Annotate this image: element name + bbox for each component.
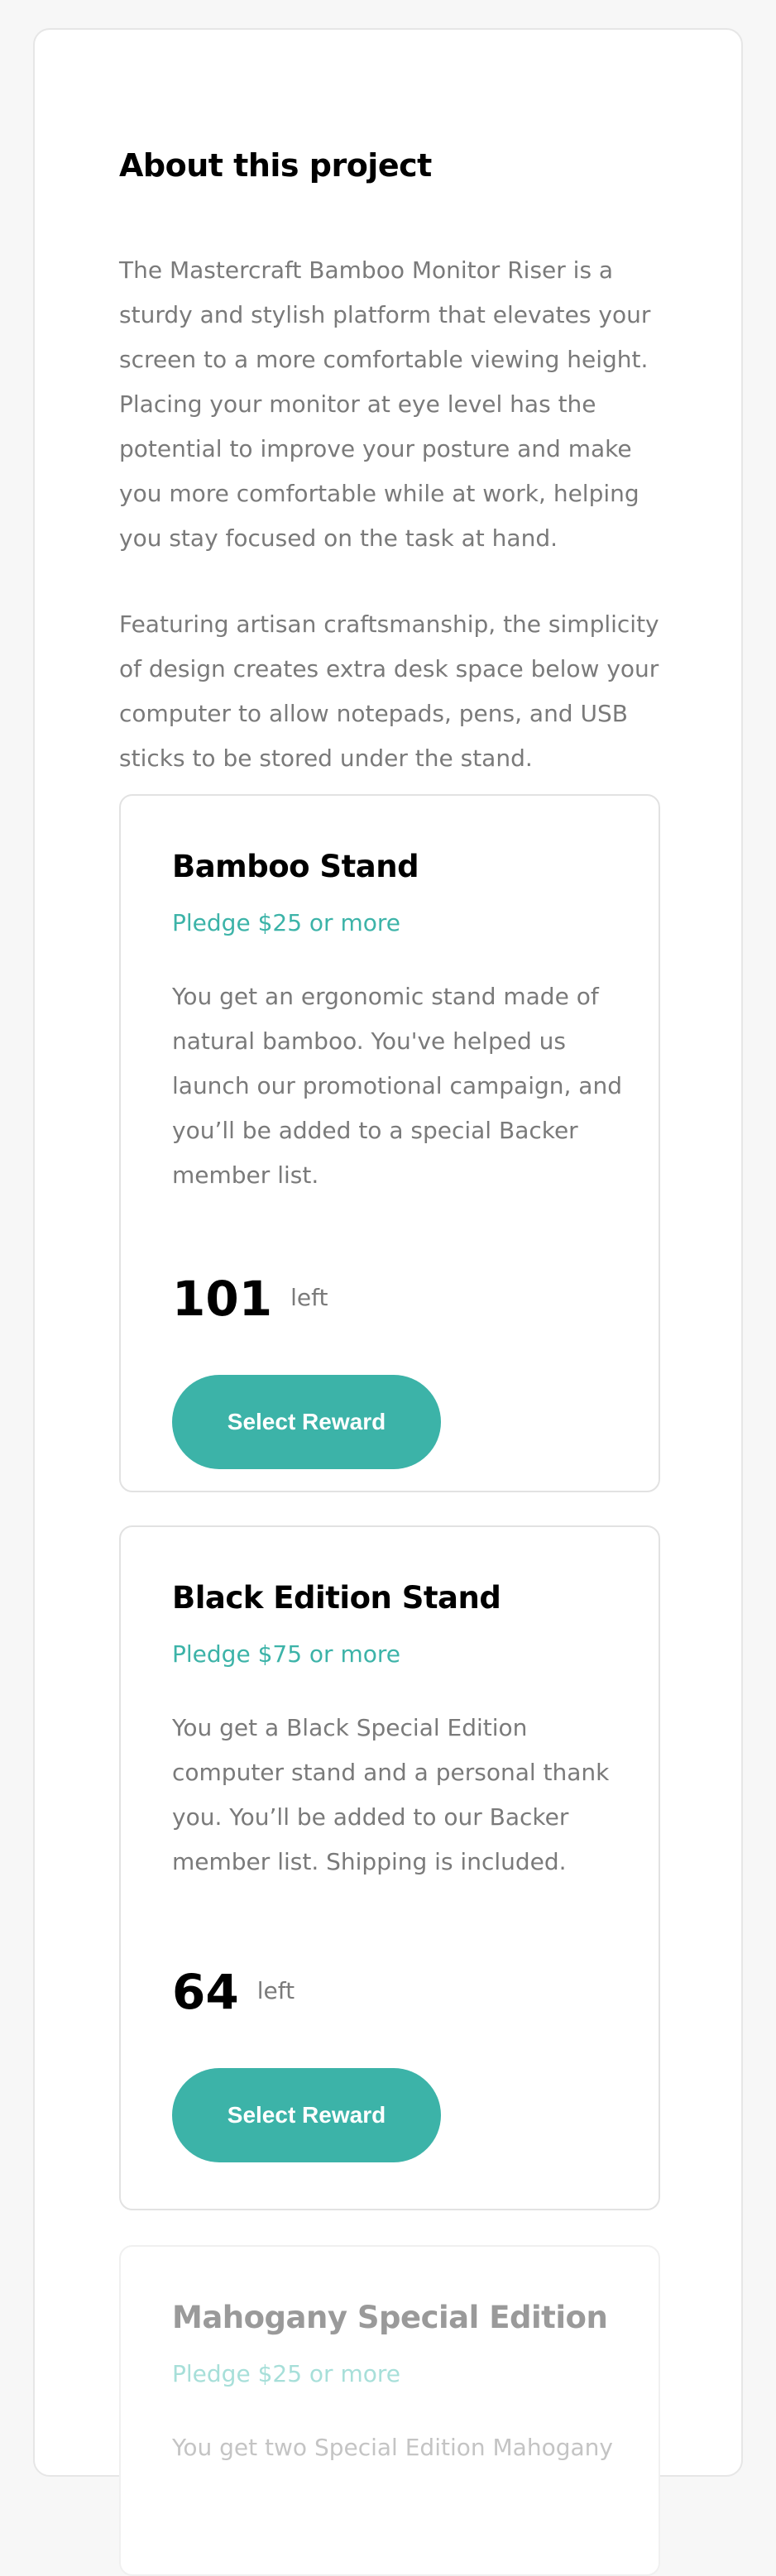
select-reward-button[interactable]: Select Reward <box>172 2068 441 2162</box>
reward-count: 64 <box>172 1964 239 2020</box>
reward-left-label: left <box>256 1977 295 2004</box>
reward-count: 101 <box>172 1271 273 1327</box>
reward-name: Bamboo Stand <box>172 849 419 884</box>
reward-card-bamboo-stand: Bamboo Stand Pledge $25 or more You get … <box>119 794 660 1492</box>
reward-name: Black Edition Stand <box>172 1580 501 1616</box>
about-paragraph-2: Featuring artisan craftsmanship, the sim… <box>119 610 659 772</box>
reward-pledge: Pledge $75 or more <box>172 1640 400 1668</box>
reward-left-label: left <box>290 1284 328 1311</box>
reward-card-black-edition-stand: Black Edition Stand Pledge $75 or more Y… <box>119 1525 660 2210</box>
reward-description: You get two Special Edition Mahogany <box>172 2434 613 2461</box>
reward-card-mahogany-special-edition: Mahogany Special Edition Pledge $25 or m… <box>119 2245 660 2576</box>
reward-pledge: Pledge $25 or more <box>172 909 400 936</box>
select-reward-button[interactable]: Select Reward <box>172 1375 441 1469</box>
section-title: About this project <box>119 146 432 184</box>
reward-stock: 101 left <box>172 1272 328 1325</box>
about-project-card: About this project The Mastercraft Bambo… <box>33 28 743 2576</box>
reward-description: You get an ergonomic stand made of natur… <box>172 983 622 1189</box>
reward-name: Mahogany Special Edition <box>172 2300 608 2335</box>
reward-pledge: Pledge $25 or more <box>172 2360 400 2387</box>
about-paragraph-1: The Mastercraft Bamboo Monitor Riser is … <box>119 256 651 552</box>
reward-stock: 64 left <box>172 1966 295 2018</box>
reward-description: You get a Black Special Edition computer… <box>172 1714 610 1875</box>
